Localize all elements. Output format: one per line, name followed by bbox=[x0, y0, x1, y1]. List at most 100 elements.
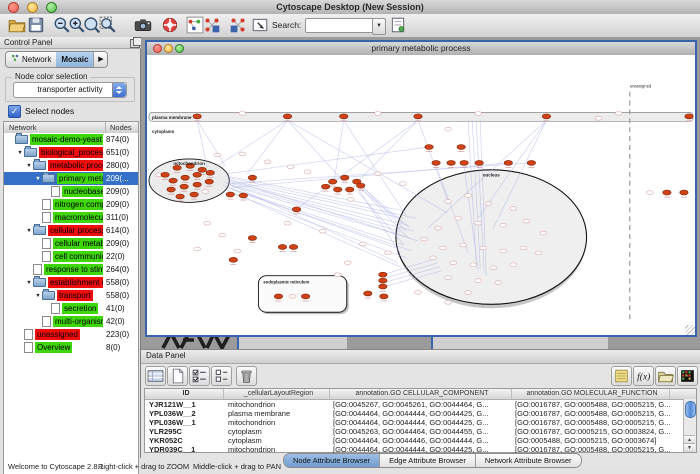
network-node[interactable] bbox=[527, 160, 535, 165]
tree-row[interactable]: nucleobase-209(0) bbox=[4, 185, 138, 198]
table-scrollbar[interactable]: ▲ ▼ bbox=[683, 399, 696, 452]
network-node[interactable] bbox=[379, 272, 387, 277]
network-node[interactable] bbox=[274, 294, 282, 299]
tree-row[interactable]: nitrogen compo209(0) bbox=[4, 198, 138, 211]
network-node[interactable] bbox=[193, 172, 201, 177]
column-header-cellular-component[interactable]: annotation.GO CELLULAR_COMPONENT bbox=[330, 389, 512, 399]
network-node-unselected[interactable] bbox=[500, 223, 507, 227]
network-node-unselected[interactable] bbox=[465, 194, 472, 198]
network-node[interactable] bbox=[357, 183, 365, 188]
network-node-unselected[interactable] bbox=[319, 229, 326, 233]
network-node-unselected[interactable] bbox=[334, 273, 341, 277]
tree-row[interactable]: multi-organism pro42(0) bbox=[4, 315, 138, 328]
network-node-unselected[interactable] bbox=[287, 165, 294, 169]
expand-arrow-icon[interactable]: ▼ bbox=[34, 176, 42, 182]
network-node[interactable] bbox=[475, 160, 483, 165]
column-header-molecular-function[interactable]: annotation.GO MOLECULAR_FUNCTION bbox=[512, 389, 670, 399]
delete-attribute-icon[interactable] bbox=[236, 366, 257, 386]
node-color-dropdown[interactable]: transporter activity bbox=[13, 82, 127, 98]
network-node-unselected[interactable] bbox=[289, 295, 296, 299]
network-node[interactable] bbox=[447, 160, 455, 165]
network-node[interactable] bbox=[193, 114, 201, 119]
network-edge[interactable] bbox=[217, 120, 287, 166]
network-view-window[interactable]: primary metabolic process plasma membran… bbox=[145, 40, 697, 337]
annotation-icon[interactable] bbox=[251, 16, 269, 34]
tree-row[interactable]: macromolecule311(0) bbox=[4, 211, 138, 224]
snapshot-icon[interactable] bbox=[134, 16, 152, 34]
network-node[interactable] bbox=[504, 160, 512, 165]
network-node-unselected[interactable] bbox=[445, 276, 452, 280]
network-node-unselected[interactable] bbox=[510, 206, 517, 210]
network-node-unselected[interactable] bbox=[440, 246, 447, 250]
tab-edge-attribute-browser[interactable]: Edge Attribute Browser bbox=[380, 454, 476, 467]
help-icon[interactable] bbox=[161, 16, 179, 34]
network-node[interactable] bbox=[161, 172, 169, 177]
select-attributes-icon[interactable] bbox=[189, 366, 210, 386]
network-node[interactable] bbox=[283, 114, 291, 119]
network-node-unselected[interactable] bbox=[374, 172, 381, 176]
network-node[interactable] bbox=[169, 178, 177, 183]
open-icon[interactable] bbox=[8, 16, 26, 34]
window-titlebar[interactable]: Cytoscape Desktop (New Session) bbox=[0, 0, 700, 15]
network-node[interactable] bbox=[341, 175, 349, 180]
background-window-fragment[interactable] bbox=[431, 335, 608, 349]
network-node-unselected[interactable] bbox=[460, 243, 467, 247]
network-node[interactable] bbox=[333, 187, 341, 192]
function-builder-icon[interactable]: f(x) bbox=[633, 366, 654, 386]
network-node[interactable] bbox=[206, 170, 214, 175]
network-node[interactable] bbox=[292, 207, 300, 212]
network-node-unselected[interactable] bbox=[510, 263, 517, 267]
network-edge[interactable] bbox=[224, 182, 398, 263]
tree-row[interactable]: ▼biological_process651(0) bbox=[4, 146, 138, 159]
network-node-unselected[interactable] bbox=[194, 247, 201, 251]
network-node-unselected[interactable] bbox=[615, 111, 622, 115]
network-node-unselected[interactable] bbox=[646, 191, 653, 195]
tree-row[interactable]: ▼primary metabo209(... bbox=[4, 172, 138, 185]
notes-icon[interactable] bbox=[611, 366, 632, 386]
network-node-unselected[interactable] bbox=[445, 200, 452, 204]
network-edge[interactable] bbox=[247, 120, 287, 173]
network-node-unselected[interactable] bbox=[421, 237, 428, 241]
network-node-unselected[interactable] bbox=[480, 246, 487, 250]
tree-row[interactable]: response to stimulu264(0) bbox=[4, 263, 138, 276]
network-node-unselected[interactable] bbox=[214, 153, 221, 157]
vizmapper-icon[interactable] bbox=[389, 16, 407, 34]
network-node-unselected[interactable] bbox=[347, 198, 354, 202]
network-node-unselected[interactable] bbox=[435, 226, 442, 230]
tree-row[interactable]: ▼transport558(0) bbox=[4, 289, 138, 302]
network-node[interactable] bbox=[379, 284, 387, 289]
network-node[interactable] bbox=[685, 114, 693, 119]
export-network-icon[interactable] bbox=[229, 16, 247, 34]
tree-row[interactable]: mosaic-demo-yeast874(0) bbox=[4, 133, 138, 146]
network-node[interactable] bbox=[167, 187, 175, 192]
network-node[interactable] bbox=[239, 193, 247, 198]
tree-row[interactable]: ▼establishment of lo558(0) bbox=[4, 276, 138, 289]
tree-row[interactable]: ▼cellular process614(0) bbox=[4, 224, 138, 237]
network-node-unselected[interactable] bbox=[540, 231, 547, 235]
network-node-unselected[interactable] bbox=[344, 261, 351, 265]
network-node-unselected[interactable] bbox=[465, 291, 472, 295]
network-node[interactable] bbox=[364, 291, 372, 296]
network-node-unselected[interactable] bbox=[239, 152, 246, 156]
table-row[interactable]: YJR121W__1mitochondrion[GO:0045267, GO:0… bbox=[145, 400, 696, 409]
network-node[interactable] bbox=[328, 179, 336, 184]
network-node[interactable] bbox=[460, 160, 468, 165]
network-node-unselected[interactable] bbox=[450, 261, 457, 265]
expand-arrow-icon[interactable]: ▼ bbox=[16, 150, 24, 156]
network-node-unselected[interactable] bbox=[485, 202, 492, 206]
tree-row[interactable]: secretion41(0) bbox=[4, 302, 138, 315]
network-node-unselected[interactable] bbox=[304, 170, 311, 174]
network-edge[interactable] bbox=[225, 176, 406, 212]
network-node-unselected[interactable] bbox=[475, 221, 482, 225]
tree-row[interactable]: ▼metabolic process280(0) bbox=[4, 159, 138, 172]
tree-column-nodes[interactable]: Nodes bbox=[106, 122, 138, 133]
network-node[interactable] bbox=[248, 175, 256, 180]
import-attributes-icon[interactable] bbox=[655, 366, 676, 386]
network-node[interactable] bbox=[289, 244, 297, 249]
network-node[interactable] bbox=[346, 187, 354, 192]
tab-network[interactable]: Network bbox=[6, 52, 56, 67]
network-node[interactable] bbox=[205, 179, 213, 184]
float-panel-icon[interactable] bbox=[130, 39, 140, 48]
tree-row[interactable]: unassigned223(0) bbox=[4, 328, 138, 341]
network-node-unselected[interactable] bbox=[415, 291, 422, 295]
